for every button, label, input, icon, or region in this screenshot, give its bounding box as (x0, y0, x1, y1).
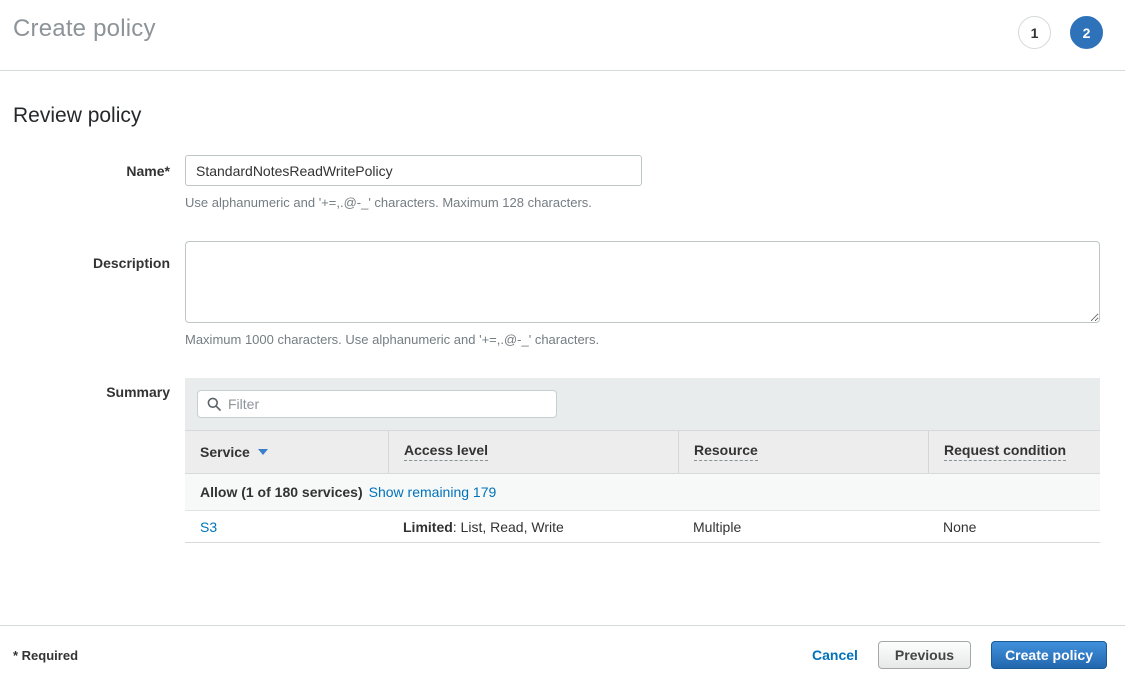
show-remaining-link[interactable]: Show remaining 179 (369, 484, 497, 500)
caret-down-icon (258, 449, 268, 455)
policy-name-input[interactable] (185, 155, 642, 186)
service-column-label: Service (200, 444, 250, 460)
name-row: Name* (0, 155, 1125, 186)
policy-description-textarea[interactable] (185, 241, 1100, 323)
column-header-service[interactable]: Service (185, 431, 388, 473)
allow-group-text: Allow (1 of 180 services) (200, 484, 363, 500)
section-heading: Review policy (13, 104, 1125, 128)
required-note: * Required (13, 648, 78, 663)
footer-actions: Cancel Previous Create policy (812, 641, 1107, 669)
allow-group-row: Allow (1 of 180 services) Show remaining… (185, 473, 1100, 510)
page-footer: * Required Cancel Previous Create policy (0, 625, 1125, 684)
description-row: Description (0, 241, 1125, 323)
summary-filter-input[interactable] (228, 396, 547, 412)
access-level-prefix: Limited (403, 519, 453, 535)
page-header: Create policy 1 2 (0, 0, 1125, 71)
step-indicator-2: 2 (1070, 16, 1103, 49)
name-help-text: Use alphanumeric and '+=,.@-_' character… (185, 195, 1125, 210)
search-icon (207, 397, 221, 411)
request-condition-column-label: Request condition (944, 443, 1066, 461)
name-label: Name* (0, 163, 170, 179)
column-header-access-level[interactable]: Access level (388, 431, 678, 473)
table-row: S3 Limited: List, Read, Write Multiple N… (185, 510, 1100, 543)
access-level-detail: : List, Read, Write (453, 519, 564, 535)
request-condition-cell: None (928, 519, 1100, 535)
resource-cell: Multiple (678, 519, 928, 535)
page-title: Create policy (13, 15, 156, 43)
summary-label: Summary (0, 378, 170, 543)
filter-box[interactable] (197, 390, 557, 418)
summary-filter-band (185, 378, 1100, 430)
review-policy-form: Name* Use alphanumeric and '+=,.@-_' cha… (0, 155, 1125, 543)
access-level-cell: Limited: List, Read, Write (388, 519, 678, 535)
step-indicator-1: 1 (1018, 16, 1051, 49)
s3-service-link[interactable]: S3 (200, 519, 217, 535)
column-header-request-condition[interactable]: Request condition (928, 431, 1100, 473)
previous-button[interactable]: Previous (878, 641, 971, 669)
wizard-steps: 1 2 (1018, 16, 1103, 49)
cancel-link[interactable]: Cancel (812, 647, 858, 663)
create-policy-button[interactable]: Create policy (991, 641, 1107, 669)
description-label: Description (0, 241, 170, 323)
summary-table: Service Access level Resource Request co… (185, 378, 1100, 543)
resource-column-label: Resource (694, 443, 758, 461)
summary-row: Summary Service (0, 378, 1125, 543)
summary-table-header: Service Access level Resource Request co… (185, 430, 1100, 473)
access-level-column-label: Access level (404, 443, 488, 461)
description-help-text: Maximum 1000 characters. Use alphanumeri… (185, 332, 1125, 347)
column-header-resource[interactable]: Resource (678, 431, 928, 473)
service-cell: S3 (185, 519, 388, 535)
